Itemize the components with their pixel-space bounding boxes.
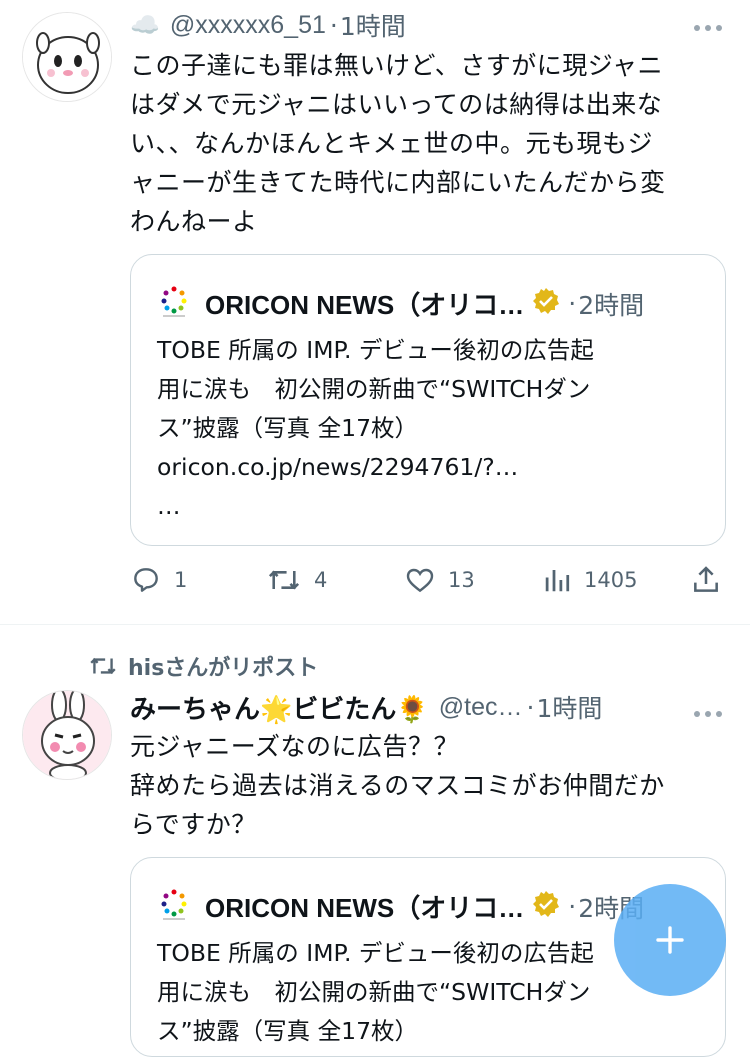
display-name[interactable]: みーちゃん🌟ビビたん🌻: [130, 689, 429, 726]
verified-badge-icon: [532, 890, 560, 924]
quote-ellipsis: …: [157, 492, 181, 520]
compose-plus-icon: [656, 926, 684, 954]
quote-author-name: ORICON NEWS（オリコ…: [205, 290, 525, 320]
user-handle[interactable]: @xxxxxx6_51: [170, 11, 326, 40]
quote-body-line: TOBE 所属の IMP. デビュー後初の広告起: [157, 336, 594, 364]
avatar[interactable]: [22, 12, 112, 102]
quote-body-line: 用に涙も 初公開の新曲で“SWITCHダン: [157, 375, 591, 403]
retweet-count: 4: [314, 568, 328, 592]
separator-dot: ·: [329, 10, 338, 40]
tweet-text-line: らですか？: [130, 810, 257, 839]
tweet-text-line: 辞めたら過去は消えるのマスコミがお仲間だか: [130, 771, 665, 800]
timestamp[interactable]: 1時間: [536, 689, 602, 725]
views-icon: [545, 570, 570, 592]
tweet-text-line: ャニーが生きてた時代に内部にいたんだから変: [130, 168, 666, 197]
tweet-text-line: はダメで元ジャニはいいってのは納得は出来な: [130, 90, 663, 119]
reply-count: 1: [174, 568, 188, 592]
avatar-illustration: [23, 691, 111, 779]
quote-timestamp: 2時間: [578, 290, 645, 320]
repost-label[interactable]: hisさんがリポスト: [128, 650, 318, 682]
quote-link[interactable]: oricon.co.jp/news/2294761/?…: [157, 448, 717, 487]
like-count: 13: [448, 568, 475, 592]
compose-button[interactable]: [614, 884, 726, 996]
tweet-text: この子達にも罪は無いけど、さすがに現ジャニ はダメで元ジャニはいいってのは納得は…: [130, 46, 730, 241]
cloud-emoji: ☁️: [130, 11, 160, 39]
quote-body: TOBE 所属の IMP. デビュー後初の広告起 用に涙も 初公開の新曲で“SW…: [157, 331, 717, 526]
more-icon[interactable]: [692, 700, 724, 725]
reply-icon: [134, 568, 158, 592]
views-count: 1405: [584, 568, 638, 592]
separator-dot: ·: [568, 289, 577, 318]
quote-tweet-card[interactable]: ORICON NEWS（オリコ… · 2時間 TOBE 所属の IMP. デビュ…: [130, 254, 726, 546]
repost-icon: [90, 657, 116, 675]
quote-body-line: ス”披露（写真 全17枚）: [157, 414, 419, 442]
quote-author-name: ORICON NEWS（オリコ…: [205, 893, 525, 923]
retweet-icon: [268, 570, 300, 590]
repost-indicator: hisさんがリポスト: [88, 650, 318, 682]
tweet-divider: [0, 624, 750, 625]
avatar-illustration: [23, 13, 111, 101]
like-button[interactable]: 13: [404, 564, 475, 596]
tweet-header: みーちゃん🌟ビビたん🌻 @tec… · 1時間: [130, 689, 602, 726]
views-button[interactable]: 1405: [542, 564, 637, 596]
more-icon[interactable]: [692, 14, 724, 39]
avatar[interactable]: [22, 690, 112, 780]
tweet-text-line: わんねーよ: [130, 207, 258, 236]
like-icon: [406, 568, 434, 593]
separator-dot: ·: [526, 692, 535, 722]
separator-dot: ·: [568, 892, 577, 921]
quote-header: ORICON NEWS（オリコ… · 2時間: [205, 888, 644, 925]
tweet-text-line: この子達にも罪は無いけど、さすがに現ジャニ: [130, 51, 664, 80]
user-handle[interactable]: @tec…: [439, 693, 523, 722]
reply-button[interactable]: 1: [130, 564, 187, 596]
quote-header: ORICON NEWS（オリコ… · 2時間: [205, 285, 644, 322]
verified-badge-icon: [532, 287, 560, 321]
timestamp[interactable]: 1時間: [340, 7, 406, 43]
quote-body-line: ス”披露（写真 全17枚）: [157, 1017, 419, 1045]
tweet-text-line: 元ジャニーズなのに広告？？: [130, 732, 460, 761]
oricon-logo: [159, 285, 189, 319]
tweet-text: 元ジャニーズなのに広告？？ 辞めたら過去は消えるのマスコミがお仲間だか らですか…: [130, 727, 730, 844]
tweet-text-line: い、、なんかほんとキメェ世の中。元も現もジ: [130, 129, 654, 158]
tweet-header: ☁️ @xxxxxx6_51 · 1時間: [130, 7, 406, 43]
share-icon[interactable]: [690, 564, 722, 600]
oricon-logo: [159, 888, 189, 922]
retweet-button[interactable]: 4: [266, 564, 327, 596]
